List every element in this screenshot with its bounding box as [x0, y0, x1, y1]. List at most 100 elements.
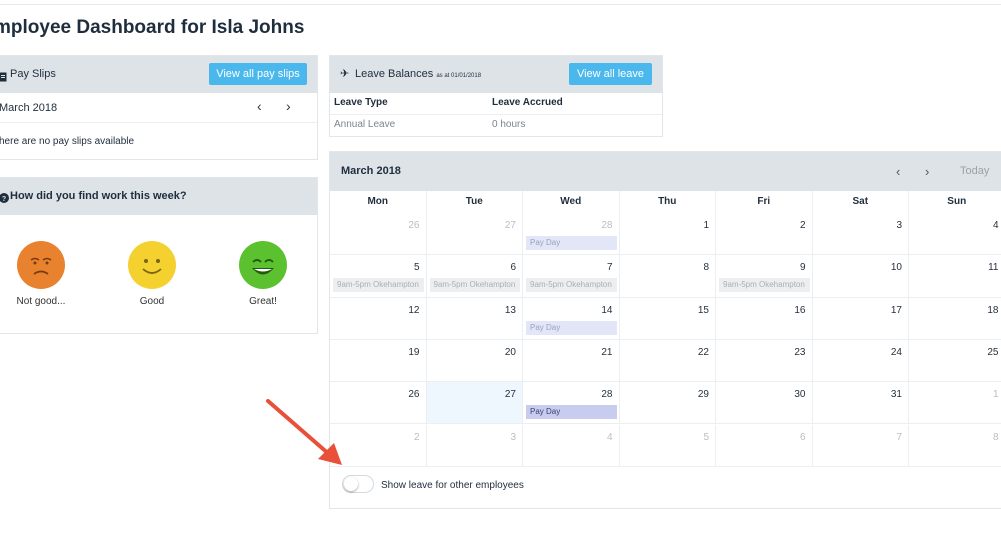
- calendar-day[interactable]: 15: [619, 297, 716, 340]
- chevron-right-icon[interactable]: ›: [925, 164, 929, 179]
- day-number: 24: [890, 346, 902, 358]
- mood-label: Good: [139, 296, 165, 307]
- day-number: 9: [799, 262, 806, 274]
- calendar-day[interactable]: 6 9am-5pm Okehampton: [426, 255, 523, 298]
- calendar-day-today[interactable]: 27: [426, 382, 523, 425]
- day-number: 27: [504, 220, 516, 231]
- calendar-day[interactable]: 8: [909, 425, 1001, 467]
- calendar-day[interactable]: 22: [619, 339, 716, 383]
- calendar-day[interactable]: 24: [812, 339, 909, 383]
- calendar-day[interactable]: 18: [909, 298, 1001, 340]
- calendar-day[interactable]: 28 Pay Day: [523, 213, 620, 256]
- pay-slips-card: Pay Slips View all pay slips March 2018 …: [0, 55, 318, 160]
- calendar-day[interactable]: 3: [426, 424, 523, 467]
- calendar-day[interactable]: 25: [909, 340, 1001, 383]
- chevron-left-icon[interactable]: ‹: [896, 164, 900, 179]
- calendar-day[interactable]: 19: [330, 339, 427, 383]
- calendar-day[interactable]: 8: [619, 255, 716, 298]
- day-number: 6: [510, 262, 516, 274]
- toggle-knob: [344, 477, 358, 491]
- calendar-day[interactable]: 2: [716, 213, 813, 256]
- mood-not-good-option[interactable]: Not good...: [6, 241, 76, 307]
- leave-as-at-date: as at 01/01/2018: [436, 73, 482, 79]
- pay-day-event[interactable]: Pay Day: [526, 405, 617, 420]
- calendar-day[interactable]: 13: [426, 297, 523, 340]
- svg-text:?: ?: [2, 196, 6, 203]
- calendar-day[interactable]: 7 9am-5pm Okehampton: [523, 255, 620, 298]
- day-number: 8: [703, 262, 709, 274]
- calendar-header: March 2018 ‹ › Today: [330, 152, 1001, 191]
- pay-slips-month: March 2018: [0, 102, 58, 114]
- day-number: 28: [601, 389, 613, 401]
- view-all-pay-slips-button[interactable]: View all pay slips: [209, 63, 307, 85]
- shift-event[interactable]: 9am-5pm Okehampton: [429, 278, 520, 293]
- calendar-day[interactable]: 7: [812, 424, 909, 467]
- calendar-day[interactable]: 14 Pay Day: [523, 297, 620, 340]
- pay-day-event[interactable]: Pay Day: [526, 320, 617, 335]
- day-number: 18: [987, 304, 999, 316]
- mood-good-option[interactable]: Good: [117, 241, 187, 307]
- calendar-day[interactable]: 6: [716, 424, 813, 467]
- calendar-day[interactable]: 20: [426, 339, 523, 383]
- calendar-day[interactable]: 4: [523, 424, 620, 467]
- day-number: 4: [606, 431, 613, 443]
- weekday-header: Sun: [909, 191, 1001, 213]
- day-number: 5: [413, 262, 420, 274]
- mood-label: Great!: [249, 296, 277, 307]
- day-number: 3: [896, 220, 902, 231]
- calendar-day[interactable]: 31: [812, 382, 909, 425]
- face-grin-icon: [239, 241, 287, 289]
- calendar-day[interactable]: 23: [716, 339, 813, 383]
- calendar-day[interactable]: 3: [812, 213, 909, 256]
- calendar-day[interactable]: 5: [619, 424, 716, 467]
- day-number: 5: [703, 431, 709, 443]
- calendar-day[interactable]: 11: [909, 255, 1001, 298]
- day-number: 16: [794, 304, 806, 316]
- calendar-day[interactable]: 4: [909, 213, 1001, 256]
- show-leave-toggle[interactable]: [342, 475, 374, 493]
- today-button[interactable]: Today: [960, 165, 989, 177]
- calendar-day[interactable]: 1: [619, 213, 716, 256]
- calendar-day[interactable]: 16: [716, 297, 813, 340]
- view-all-leave-button[interactable]: View all leave: [569, 63, 652, 85]
- day-number: 7: [606, 262, 613, 274]
- calendar-day[interactable]: 28 Pay Day: [523, 382, 620, 425]
- calendar-day[interactable]: 10: [812, 255, 909, 298]
- shift-event[interactable]: 9am-5pm Okehampton: [719, 278, 810, 293]
- top-divider: [0, 4, 1001, 5]
- calendar-grid: 26 27 28 Pay Day 1 2 3 4 5 9am-5pm Okehampton 6 9am…: [330, 213, 1001, 467]
- calendar-day[interactable]: 9 9am-5pm Okehampton: [716, 255, 813, 298]
- day-number: 2: [413, 431, 420, 443]
- leave-balances-title-wrap: Leave Balances as at 01/01/2018: [355, 68, 481, 80]
- calendar-day[interactable]: 26: [330, 213, 427, 256]
- document-icon: [0, 69, 7, 87]
- pay-day-event[interactable]: Pay Day: [526, 236, 617, 250]
- leave-balances-title: Leave Balances: [355, 68, 434, 80]
- weekday-header: Wed: [523, 191, 620, 213]
- mood-great-option[interactable]: Great!: [228, 241, 298, 307]
- shift-event[interactable]: 9am-5pm Okehampton: [526, 278, 617, 293]
- calendar-day[interactable]: 12: [330, 297, 427, 340]
- calendar-day[interactable]: 5 9am-5pm Okehampton: [330, 255, 427, 298]
- leave-accrued-cell: 0 hours: [492, 119, 526, 130]
- weekday-header: Fri: [716, 191, 813, 213]
- day-number: 10: [890, 262, 902, 274]
- mood-label: Not good...: [16, 296, 66, 307]
- calendar-day[interactable]: 27: [426, 213, 523, 256]
- chevron-right-icon[interactable]: ›: [286, 99, 291, 113]
- day-number: 21: [601, 346, 613, 358]
- chevron-left-icon[interactable]: ‹: [257, 99, 262, 113]
- pay-slips-header: Pay Slips View all pay slips: [0, 56, 317, 93]
- feedback-title: How did you find work this week?: [10, 190, 187, 202]
- calendar-day[interactable]: 21: [523, 339, 620, 383]
- day-number: 12: [408, 304, 420, 316]
- shift-event[interactable]: 9am-5pm Okehampton: [333, 278, 424, 293]
- calendar-day[interactable]: 1: [909, 382, 1001, 425]
- calendar-day[interactable]: 30: [716, 382, 813, 425]
- help-circle-icon: ?: [0, 190, 9, 208]
- leave-type-cell: Annual Leave: [334, 119, 396, 130]
- leave-balances-card: ✈ Leave Balances as at 01/01/2018 View a…: [329, 55, 663, 137]
- calendar-day[interactable]: 29: [619, 382, 716, 425]
- day-number: 7: [896, 431, 902, 443]
- calendar-day[interactable]: 17: [812, 297, 909, 340]
